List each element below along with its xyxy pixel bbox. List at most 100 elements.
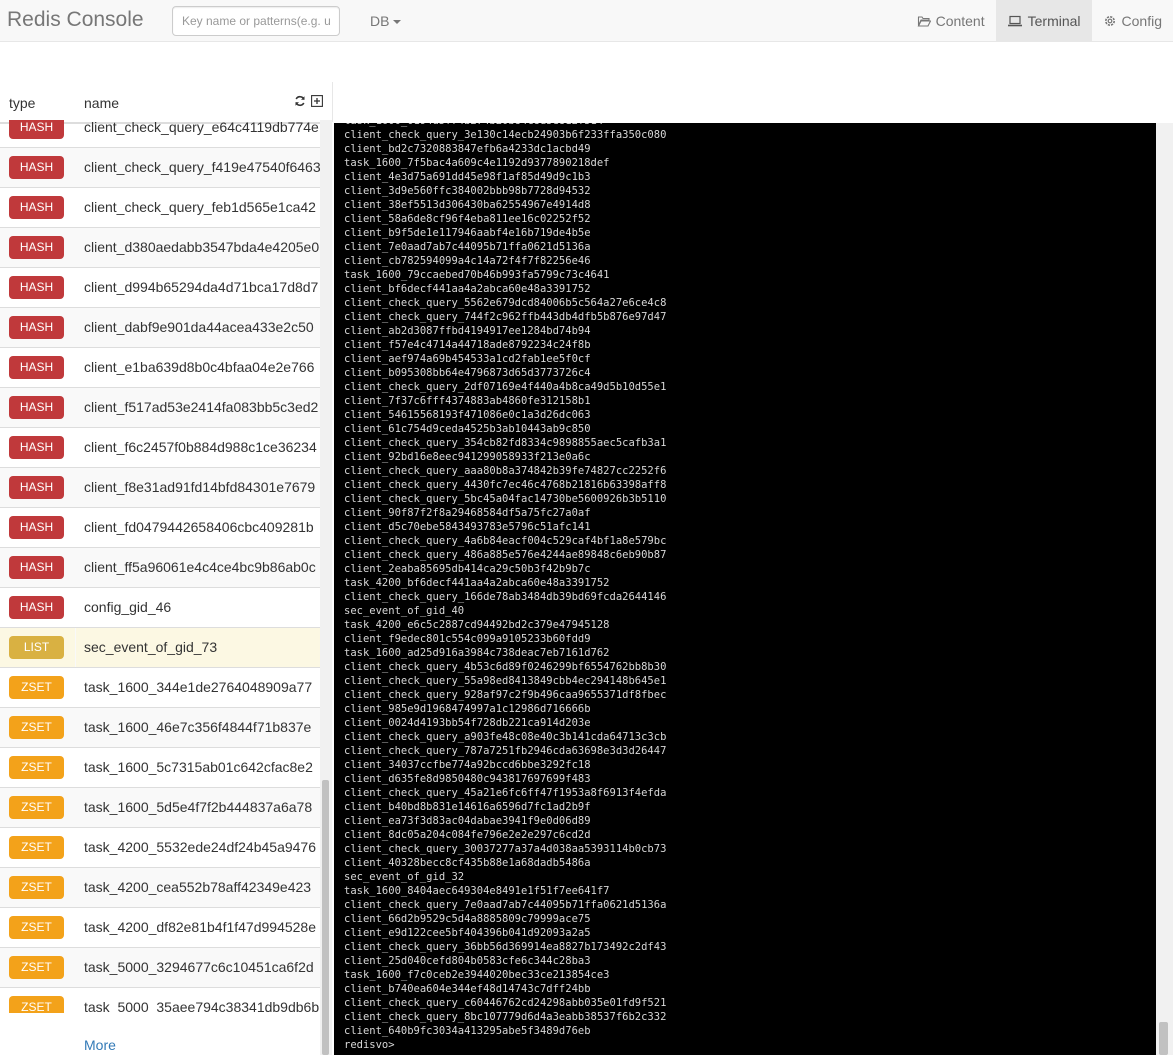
key-name[interactable]: task_4200_5532ede24df24b45a9476 <box>76 828 320 867</box>
key-name[interactable]: config_gid_46 <box>76 588 320 627</box>
table-row[interactable]: HASH client_f6c2457f0b884d988c1ce36234 <box>0 427 320 467</box>
type-badge: ZSET <box>9 836 64 859</box>
table-row[interactable]: ZSET task_1600_5d5e4f7f2b444837a6a78 <box>0 787 320 827</box>
table-row[interactable]: HASH client_d380aedabb3547bda4e4205e0 <box>0 227 320 267</box>
table-row[interactable]: HASH client_check_query_f419e47540f6463 <box>0 147 320 187</box>
table-row[interactable]: ZSET task_4200_df82e81b4f1f47d994528e <box>0 907 320 947</box>
key-name[interactable]: client_f8e31ad91fd14bfd84301e7679 <box>76 468 320 507</box>
key-name[interactable]: task_1600_5c7315ab01c642cfac8e2 <box>76 748 320 787</box>
key-name[interactable]: client_d994b65294da4d71bca17d8d7 <box>76 268 320 307</box>
terminal-line: client_3d9e560ffc384002bbb98b7728d94532 <box>344 185 591 197</box>
key-name[interactable]: client_check_query_f419e47540f6463 <box>76 148 320 187</box>
db-dropdown[interactable]: DB <box>370 13 402 29</box>
key-search-input[interactable] <box>172 6 340 36</box>
key-name[interactable]: client_f517ad53e2414fa083bb5c3ed2 <box>76 388 320 427</box>
table-row[interactable]: HASH config_gid_46 <box>0 587 320 627</box>
type-badge: HASH <box>9 276 64 299</box>
type-cell: HASH <box>0 468 75 507</box>
terminal-line: client_check_query_aaa80b8a374842b39fe74… <box>344 465 667 477</box>
type-cell: ZSET <box>0 908 75 947</box>
table-row[interactable]: HASH client_ff5a96061e4c4ce4bc9b86ab0c <box>0 547 320 587</box>
terminal-line: client_check_query_8bc107779d6d4a3eabb38… <box>344 1011 667 1023</box>
terminal-line: client_ab2d3087ffbd4194917ee1284bd74b94 <box>344 325 591 337</box>
type-cell: HASH <box>0 188 75 227</box>
table-row[interactable]: ZSET task_1600_46e7c356f4844f71b837e <box>0 707 320 747</box>
key-name[interactable]: task_1600_344e1de2764048909a77 <box>76 668 320 707</box>
type-cell: HASH <box>0 428 75 467</box>
key-name[interactable]: task_4200_cea552b78aff42349e423 <box>76 868 320 907</box>
nav-tabs: Content Terminal Config <box>906 0 1173 41</box>
terminal-line: client_check_query_4b53c6d89f0246299bf65… <box>344 661 667 673</box>
table-row[interactable]: ZSET task_4200_cea552b78aff42349e423 <box>0 867 320 907</box>
tab-config[interactable]: Config <box>1092 0 1173 41</box>
terminal-line: task_1600_ad25d916a3984c738deac7eb7161d7… <box>344 647 610 659</box>
keys-table-body: HASH client_check_query_e64c4119db774e HAS… <box>0 120 320 1013</box>
terminal-line: client_e9d122cee5bf404396b041d92093a2a5 <box>344 927 591 939</box>
table-row[interactable]: HASH client_fd0479442658406cbc409281b <box>0 507 320 547</box>
table-row[interactable]: LIST sec_event_of_gid_73 <box>0 627 320 667</box>
terminal-line: client_985e9d1968474997a1c12986d716666b <box>344 703 591 715</box>
add-key-icon[interactable] <box>311 95 323 107</box>
type-badge: HASH <box>9 196 64 219</box>
table-row[interactable]: ZSET task_4200_5532ede24df24b45a9476 <box>0 827 320 867</box>
table-row[interactable]: ZSET task_1600_5c7315ab01c642cfac8e2 <box>0 747 320 787</box>
type-badge: HASH <box>9 436 64 459</box>
key-name[interactable]: client_dabf9e901da44acea433e2c50 <box>76 308 320 347</box>
key-name[interactable]: task_4200_df82e81b4f1f47d994528e <box>76 908 320 947</box>
key-name[interactable]: client_fd0479442658406cbc409281b <box>76 508 320 547</box>
key-name[interactable]: client_e1ba639d8b0c4bfaa04e2e766 <box>76 348 320 387</box>
tab-terminal[interactable]: Terminal <box>995 0 1092 41</box>
terminal-line: sec_event_of_gid_40 <box>344 605 465 617</box>
terminal-line: client_90f87f2f8a29468584df5a75fc27a0af <box>344 507 591 519</box>
key-name[interactable]: task_1600_5d5e4f7f2b444837a6a78 <box>76 788 320 827</box>
terminal-line: client_cb782594099a4c14a72f4f7f82256e46 <box>344 255 591 267</box>
tab-content-label: Content <box>935 12 985 29</box>
terminal-line: client_check_query_744f2c962ffb443db4dfb… <box>344 311 667 323</box>
key-name[interactable]: client_check_query_feb1d565e1ca42 <box>76 188 320 227</box>
terminal-line: client_check_query_354cb82fd8334c9898855… <box>344 437 667 449</box>
terminal-line: client_4e3d75a691dd45e98f1af85d49d9c1b3 <box>344 171 591 183</box>
terminal-scrollbar-thumb[interactable] <box>1159 1022 1168 1055</box>
tab-content[interactable]: Content <box>906 0 996 41</box>
terminal-line: task_1600_7f5bac4a609c4e1192d9377890218d… <box>344 157 610 169</box>
refresh-icon[interactable] <box>294 95 306 107</box>
table-row[interactable]: HASH client_check_query_e64c4119db774e <box>0 120 320 147</box>
type-badge: ZSET <box>9 716 64 739</box>
terminal-line: client_8dc05a204c084fe796e2e2e297c6cd2d <box>344 829 591 841</box>
table-row[interactable]: ZSET task_1600_344e1de2764048909a77 <box>0 667 320 707</box>
type-cell: ZSET <box>0 668 75 707</box>
key-name[interactable]: client_d380aedabb3547bda4e4205e0 <box>76 228 320 267</box>
type-badge: HASH <box>9 396 64 419</box>
db-label: DB <box>370 13 390 29</box>
terminal-line: client_25d040cefd804b0583cfe6c344c28ba3 <box>344 955 591 967</box>
app-brand[interactable]: Redis Console <box>7 8 144 32</box>
table-row[interactable]: ZSET task_5000_3294677c6c10451ca6f2d <box>0 947 320 987</box>
key-name[interactable]: client_ff5a96061e4c4ce4bc9b86ab0c <box>76 548 320 587</box>
type-cell: HASH <box>0 148 75 187</box>
table-row[interactable]: HASH client_dabf9e901da44acea433e2c50 <box>0 307 320 347</box>
key-name[interactable]: task_5000_3294677c6c10451ca6f2d <box>76 948 320 987</box>
key-name[interactable]: task_1600_46e7c356f4844f71b837e <box>76 708 320 747</box>
table-row[interactable]: HASH client_d994b65294da4d71bca17d8d7 <box>0 267 320 307</box>
table-row[interactable]: HASH client_check_query_feb1d565e1ca42 <box>0 187 320 227</box>
more-link[interactable]: More <box>84 1037 116 1053</box>
table-row[interactable]: HASH client_e1ba639d8b0c4bfaa04e2e766 <box>0 347 320 387</box>
table-row[interactable]: HASH client_f517ad53e2414fa083bb5c3ed2 <box>0 387 320 427</box>
keys-scrollbar-thumb[interactable] <box>322 780 329 1055</box>
type-badge: ZSET <box>9 956 64 979</box>
type-cell: ZSET <box>0 708 75 747</box>
type-badge: ZSET <box>9 756 64 779</box>
key-name[interactable]: client_check_query_e64c4119db774e <box>76 120 320 147</box>
key-name[interactable]: sec_event_of_gid_73 <box>76 628 320 667</box>
tab-config-label: Config <box>1121 12 1162 29</box>
table-row[interactable]: ZSET task_5000_35aee794c38341db9db6b <box>0 987 320 1013</box>
terminal-line: client_check_query_45a21e6fc6ff47f1953a8… <box>344 787 667 799</box>
terminal-scrollbar-track[interactable] <box>1156 123 1173 1055</box>
key-name[interactable]: client_f6c2457f0b884d988c1ce36234 <box>76 428 320 467</box>
key-name[interactable]: task_5000_35aee794c38341db9db6b <box>76 988 320 1013</box>
table-row[interactable]: HASH client_f8e31ad91fd14bfd84301e7679 <box>0 467 320 507</box>
type-badge: ZSET <box>9 996 64 1013</box>
terminal-line: client_check_query_7e0aad7ab7c44095b71ff… <box>344 899 667 911</box>
column-name-header: name <box>84 95 120 111</box>
terminal[interactable]: task_1600_0194d5f74b274b20b84c8d5e812f51… <box>334 123 1156 1055</box>
